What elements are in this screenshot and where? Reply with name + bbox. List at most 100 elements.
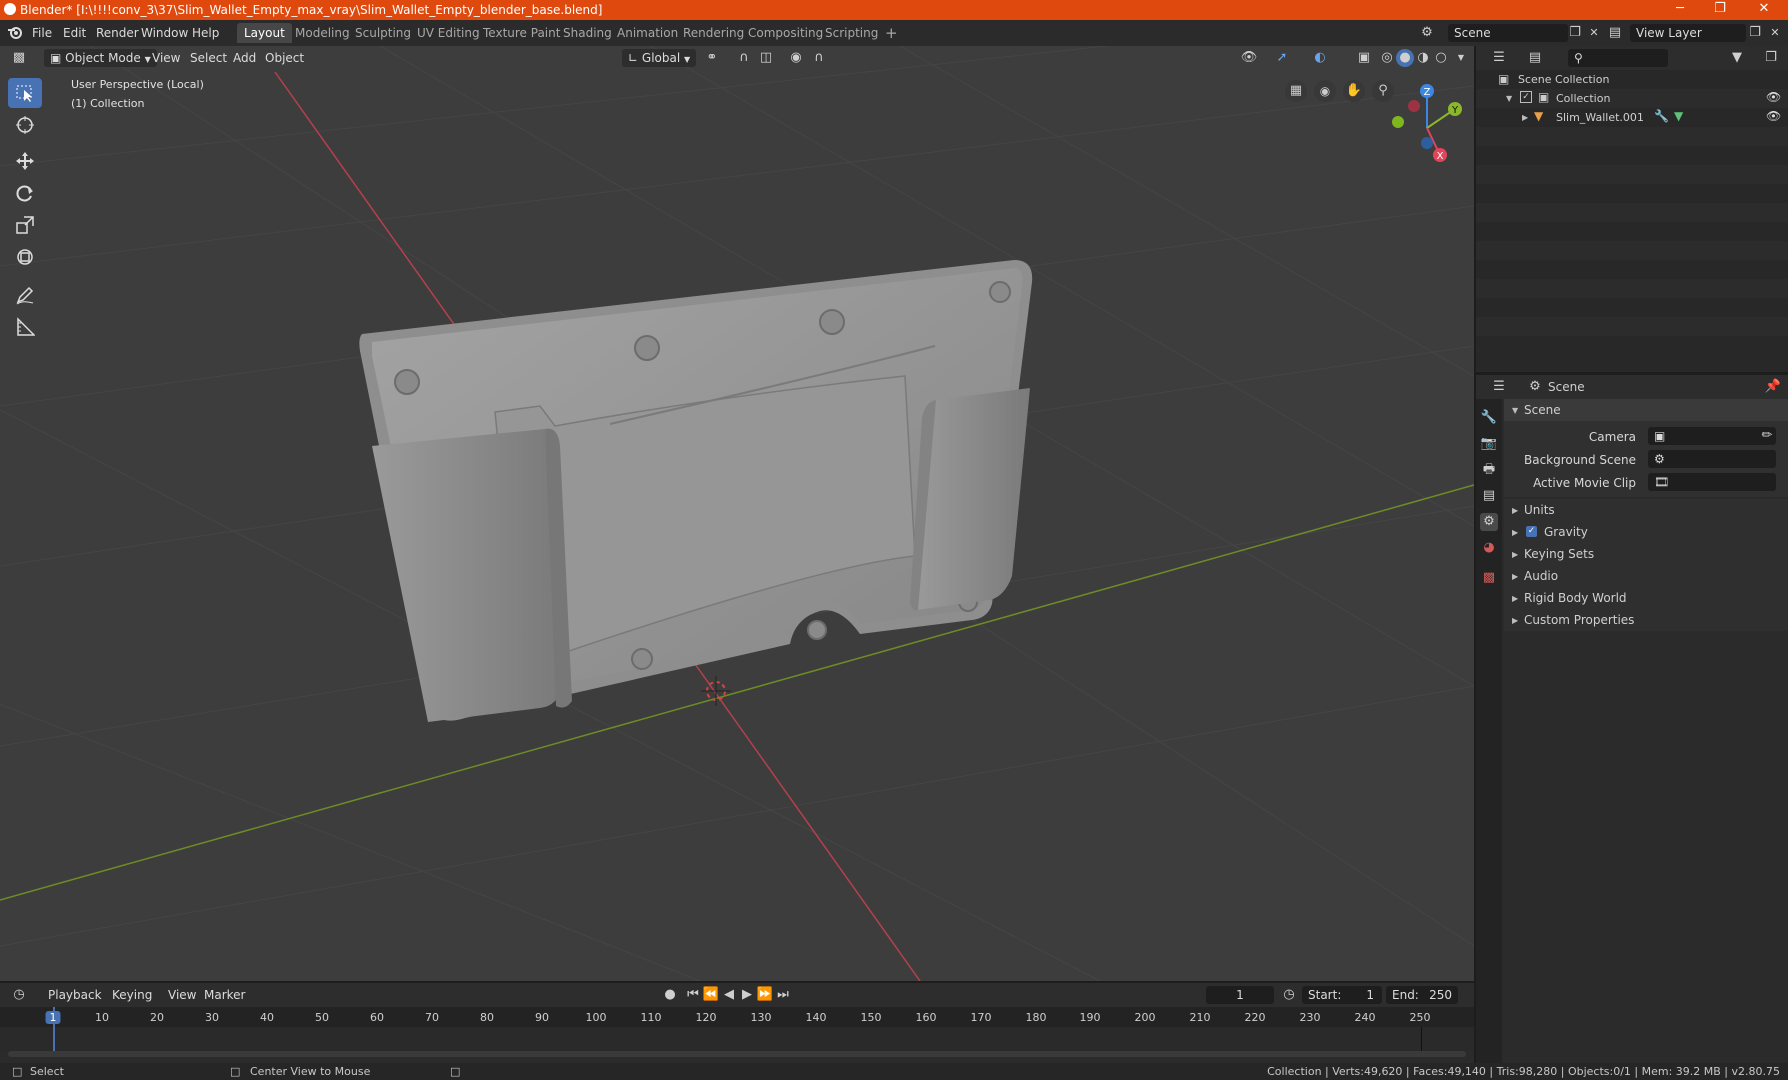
output-tab-icon[interactable]: 🖶 [1480,461,1498,479]
menu-render[interactable]: Render [96,26,139,40]
scene-panel-header[interactable]: ▼ Scene [1504,399,1788,421]
slim-wallet-mesh[interactable] [359,260,1033,722]
view-layer-browse-icon[interactable]: ▤ [1606,24,1624,42]
play-reverse-icon[interactable]: ◀ [720,986,738,1004]
tab-scripting[interactable]: Scripting [818,23,885,43]
overlays-icon[interactable]: ◐ [1311,49,1329,67]
timeline-editor-type-icon[interactable]: ◷ [10,986,28,1004]
modifier-wrench-icon[interactable]: 🔧 [1654,109,1669,123]
move-tool[interactable] [8,146,42,176]
proportional-edit-icon[interactable]: ◉ [787,49,805,67]
object-visibility-eye-icon[interactable]: 👁 [1766,109,1781,123]
object-expand-icon[interactable]: ▶ [1522,113,1528,122]
jump-to-keyframe-back-icon[interactable]: ⏪ [702,986,720,1004]
measure-tool[interactable] [8,312,42,342]
new-collection-icon[interactable]: ❐ [1762,49,1780,67]
menu-view[interactable]: View [146,49,186,67]
visibility-eye-icon[interactable]: 👁 [1240,49,1258,67]
shading-options-chevron-icon[interactable]: ▼ [1452,49,1470,67]
menu-file[interactable]: File [32,26,52,40]
timeline-scrollbar[interactable] [8,1051,1466,1057]
cursor-tool[interactable] [8,110,42,140]
clock-icon[interactable]: ◷ [1280,986,1298,1004]
rotate-tool[interactable] [8,178,42,208]
menu-timeline-view[interactable]: View [162,986,202,1004]
mesh-data-icon[interactable]: ▼ [1674,109,1683,123]
blender-menu-icon[interactable] [6,24,24,42]
xray-toggle-icon[interactable]: ▣ [1355,49,1373,67]
keying-sets-panel[interactable]: ▶ Keying Sets [1504,543,1788,565]
background-scene-field[interactable]: ⚙ [1648,450,1776,468]
new-scene-icon[interactable]: ❐ [1566,24,1584,42]
render-tab-icon[interactable]: 📷 [1480,435,1498,453]
menu-select[interactable]: Select [184,49,233,67]
delete-scene-icon[interactable]: ✕ [1585,24,1603,42]
tab-compositing[interactable]: Compositing [741,23,830,43]
texture-tab-icon[interactable]: ▩ [1480,569,1498,587]
restore-button[interactable]: ❐ [1700,0,1740,20]
menu-help[interactable]: Help [192,26,219,40]
annotate-tool[interactable] [8,280,42,310]
wireframe-shading-icon[interactable]: ◎ [1378,49,1396,67]
rendered-shading-icon[interactable]: ○ [1432,49,1450,67]
menu-window[interactable]: Window [141,26,188,40]
menu-edit[interactable]: Edit [63,26,86,40]
minimize-button[interactable]: ─ [1660,0,1700,20]
jump-to-keyframe-forward-icon[interactable]: ⏩ [756,986,774,1004]
collection-expand-icon[interactable]: ▼ [1506,94,1512,103]
filter-icon[interactable]: ▼ [1728,49,1746,67]
start-frame-field[interactable]: Start: 1 [1302,986,1382,1004]
view-layer-tab-icon[interactable]: ▤ [1480,487,1498,505]
record-icon[interactable]: ● [661,986,679,1004]
active-movie-clip-field[interactable]: 🎞 [1648,473,1776,491]
zoom-icon[interactable]: ⚲ [1372,80,1394,102]
scene-name-field[interactable]: Scene [1448,24,1568,42]
tab-sculpting[interactable]: Sculpting [348,23,418,43]
camera-view-icon[interactable]: ◉ [1314,80,1336,102]
menu-add[interactable]: Add [227,49,262,67]
transform-tool[interactable] [8,242,42,272]
world-tab-icon[interactable]: ◕ [1480,539,1498,557]
outliner-search-input[interactable]: ⚲ [1568,49,1668,67]
menu-marker[interactable]: Marker [198,986,251,1004]
properties-editor-type-icon[interactable]: ☰ [1490,378,1508,396]
material-shading-icon[interactable]: ◑ [1414,49,1432,67]
menu-object[interactable]: Object [259,49,310,67]
current-frame-field[interactable]: 1 [1206,986,1274,1004]
gizmo-toggle-icon[interactable]: ➚ [1273,49,1291,67]
delete-view-layer-icon[interactable]: ✕ [1766,24,1784,42]
falloff-curve-icon[interactable]: ∩ [810,49,828,67]
snap-magnet-icon[interactable]: ∩ [735,49,753,67]
gravity-panel[interactable]: ▶ ✓ Gravity [1504,521,1788,543]
scene-tab-icon[interactable]: ⚙ [1480,513,1498,531]
timeline-track-area[interactable] [0,1027,1474,1051]
navigation-gizmo[interactable]: Z Y X [1392,84,1462,162]
tab-modeling[interactable]: Modeling [288,23,357,43]
menu-playback[interactable]: Playback [42,986,108,1004]
jump-to-start-icon[interactable]: ⏮ [684,986,702,1004]
tab-animation[interactable]: Animation [610,23,685,43]
custom-properties-panel[interactable]: ▶ Custom Properties [1504,609,1788,631]
outliner-row-object[interactable]: ▶ ▼ Slim_Wallet.001 🔧 ▼ 👁 [1476,108,1788,127]
mode-selector[interactable]: ▣ Object Mode ▼ [44,49,157,67]
units-panel[interactable]: ▶ Units [1504,499,1788,521]
tab-texture-paint[interactable]: Texture Paint [476,23,567,43]
select-box-tool[interactable] [8,78,42,108]
audio-panel[interactable]: ▶ Audio [1504,565,1788,587]
collection-checkbox[interactable]: ✓ [1520,91,1532,103]
solid-shading-icon[interactable]: ● [1396,49,1414,67]
tab-rendering[interactable]: Rendering [676,23,751,43]
eyedropper-icon[interactable]: ✏ [1758,427,1776,445]
collection-visibility-eye-icon[interactable]: 👁 [1766,90,1781,104]
pin-icon[interactable]: 📌 [1764,378,1782,396]
toggle-grid-icon[interactable]: ▦ [1285,80,1307,102]
outliner-editor-type-icon[interactable]: ☰ [1490,49,1508,67]
menu-keying[interactable]: Keying [106,986,158,1004]
pivot-point-icon[interactable]: ⚭ [703,49,721,67]
camera-field[interactable]: ▣ [1648,427,1776,445]
snap-target-icon[interactable]: ◫ [757,49,775,67]
scale-tool[interactable] [8,210,42,240]
3d-viewport[interactable]: Z Y X User Perspective (Local) (1) Colle… [0,46,1474,981]
outliner-row-collection[interactable]: ▼ ✓ ▣ Collection 👁 [1476,89,1788,108]
close-button[interactable]: ✕ [1744,0,1784,20]
